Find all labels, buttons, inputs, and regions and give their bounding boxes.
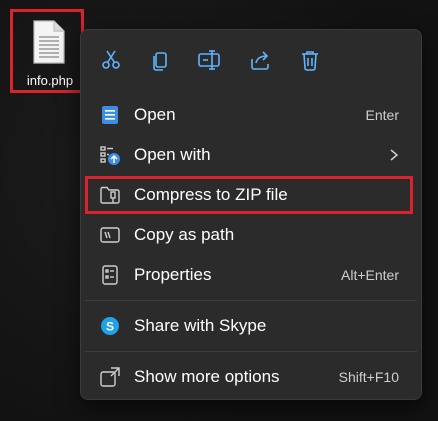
menu-separator	[85, 300, 417, 301]
menu-item-open[interactable]: Open Enter	[81, 96, 421, 134]
open-app-icon	[102, 106, 118, 124]
menu-item-open-with[interactable]: Open with	[81, 136, 421, 174]
more-options-icon	[100, 367, 120, 387]
menu-item-label: Open	[134, 105, 176, 124]
context-menu-toolbar	[81, 30, 421, 92]
scissors-icon	[102, 50, 120, 69]
cut-button[interactable]	[98, 47, 124, 73]
copy-path-icon	[100, 227, 120, 243]
menu-item-show-more-options[interactable]: Show more options Shift+F10	[81, 358, 421, 396]
rename-button[interactable]	[196, 47, 222, 73]
copy-button[interactable]	[147, 47, 173, 73]
menu-item-label: Open with	[134, 145, 211, 164]
properties-icon	[102, 265, 118, 285]
menu-item-properties[interactable]: Properties Alt+Enter	[81, 256, 421, 294]
menu-item-label: Copy as path	[134, 225, 235, 244]
menu-item-label: Show more options	[134, 367, 280, 386]
share-button[interactable]	[247, 47, 273, 73]
menu-item-shortcut: Shift+F10	[338, 369, 399, 385]
compress-highlight-box	[85, 176, 413, 214]
menu-item-share-with-skype[interactable]: S Share with Skype	[81, 307, 421, 345]
menu-item-shortcut: Alt+Enter	[341, 267, 399, 283]
menu-item-shortcut: Enter	[365, 107, 399, 123]
menu-item-copy-as-path[interactable]: Copy as path	[81, 216, 421, 254]
skype-icon: S	[101, 317, 119, 335]
menu-item-label: Share with Skype	[134, 316, 267, 335]
context-menu: Open Enter Open with Compress to ZIP fil…	[80, 29, 422, 400]
open-with-icon	[100, 146, 120, 165]
copy-icon	[153, 52, 167, 71]
menu-item-label: Properties	[134, 265, 212, 284]
chevron-right-icon	[390, 149, 399, 161]
rename-icon	[198, 50, 220, 70]
delete-button[interactable]	[297, 47, 323, 73]
file-highlight-box	[10, 9, 84, 93]
trash-icon	[302, 51, 318, 71]
svg-text:S: S	[106, 320, 114, 334]
share-icon	[251, 51, 269, 70]
menu-separator	[85, 351, 417, 352]
